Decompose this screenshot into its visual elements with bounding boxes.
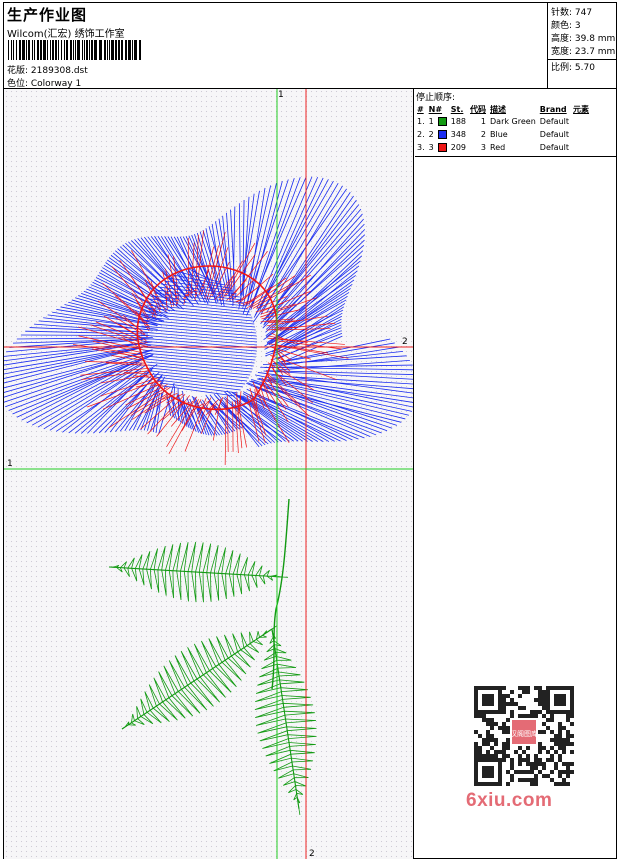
legend-stitches: 209 bbox=[450, 143, 467, 152]
axis-label-h-green: 1 bbox=[7, 459, 13, 469]
legend-desc: Dark Green bbox=[490, 117, 536, 126]
legend-row: 3. 3 209 3 Red Default bbox=[415, 141, 591, 154]
legend-brand: Default bbox=[539, 130, 570, 139]
design-preview-canvas[interactable]: 1 2 1 2 bbox=[4, 89, 414, 859]
page-title: 生产作业图 bbox=[7, 6, 88, 24]
legend-header-cell: 代码 bbox=[470, 104, 487, 114]
color-swatch bbox=[437, 130, 447, 139]
legend-swatch bbox=[436, 115, 449, 128]
axis-label-h-red: 2 bbox=[402, 337, 408, 347]
design-stats-panel: 针数: 747 颜色: 3 高度: 39.8 mm 宽度: 23.7 mm 比例… bbox=[547, 3, 617, 89]
legend-swatch bbox=[436, 141, 449, 154]
legend-stitches: 188 bbox=[450, 117, 467, 126]
legend-element bbox=[571, 141, 591, 154]
legend-header-cell: Brand bbox=[539, 104, 567, 114]
leaf-lower-right-spine bbox=[271, 628, 300, 810]
legend-desc: Red bbox=[490, 143, 506, 152]
design-width: 宽度: 23.7 mm bbox=[551, 47, 616, 57]
legend-element bbox=[571, 115, 591, 128]
stitch-count: 针数: 747 bbox=[551, 8, 593, 18]
axis-label-v-red: 2 bbox=[309, 849, 315, 859]
legend-code: 1 bbox=[480, 117, 487, 126]
legend-needle: 3 bbox=[428, 143, 434, 152]
design-scale: 比例: 5.70 bbox=[551, 63, 595, 73]
watermark-text: 6xiu.com bbox=[466, 790, 553, 811]
legend-index: 1. bbox=[417, 117, 425, 126]
legend-brand: Default bbox=[539, 117, 570, 126]
legend-header-cell: 元素 bbox=[573, 104, 590, 114]
legend-stitches: 348 bbox=[450, 130, 467, 139]
legend-brand: Default bbox=[539, 143, 570, 152]
legend-element bbox=[571, 128, 591, 141]
qr-code: 汉阁图库 bbox=[468, 680, 580, 790]
legend-needle: 1 bbox=[428, 117, 434, 126]
worksheet-header: 生产作业图 Wilcom(汇宏) 绣饰工作室 花版: 2189308.dst 色… bbox=[4, 3, 617, 89]
color-swatch bbox=[437, 117, 447, 126]
leaf-lower-left-spine bbox=[121, 628, 273, 730]
legend-desc: Blue bbox=[490, 130, 508, 139]
embroidery-design bbox=[4, 89, 413, 859]
color-swatch bbox=[437, 143, 447, 152]
axis-label-v-green: 1 bbox=[278, 90, 284, 100]
legend-swatch bbox=[436, 128, 449, 141]
qr-code-icon: 汉阁图库 bbox=[468, 680, 580, 790]
stop-sequence-title: 停止顺序: bbox=[416, 93, 456, 103]
legend-header-cell: # bbox=[417, 104, 424, 114]
legend-index: 2. bbox=[417, 130, 425, 139]
legend-header-cell: N# bbox=[428, 104, 443, 114]
legend-row: 1. 1 188 1 Dark Green Default bbox=[415, 115, 591, 128]
design-height: 高度: 39.8 mm bbox=[551, 34, 616, 44]
colorway-label: 色位: Colorway 1 bbox=[7, 79, 82, 89]
stop-sequence-table: # N# St. 代码 描述 Brand 元素 1. 1 188 1 Dark Green Defau… bbox=[415, 103, 591, 154]
legend-header-cell: 描述 bbox=[490, 104, 507, 114]
color-count: 颜色: 3 bbox=[551, 21, 581, 31]
legend-code: 3 bbox=[480, 143, 487, 152]
qr-badge-text: 汉阁图库 bbox=[510, 729, 538, 738]
legend-index: 3. bbox=[417, 143, 425, 152]
legend-divider bbox=[415, 156, 616, 157]
company-name: Wilcom(汇宏) 绣饰工作室 bbox=[7, 29, 125, 40]
legend-needle: 2 bbox=[428, 130, 434, 139]
legend-header-cell: St. bbox=[450, 104, 464, 114]
legend-code: 2 bbox=[480, 130, 487, 139]
barcode-icon bbox=[8, 40, 141, 60]
legend-row: 2. 2 348 2 Blue Default bbox=[415, 128, 591, 141]
design-file-label: 花版: 2189308.dst bbox=[7, 66, 88, 76]
